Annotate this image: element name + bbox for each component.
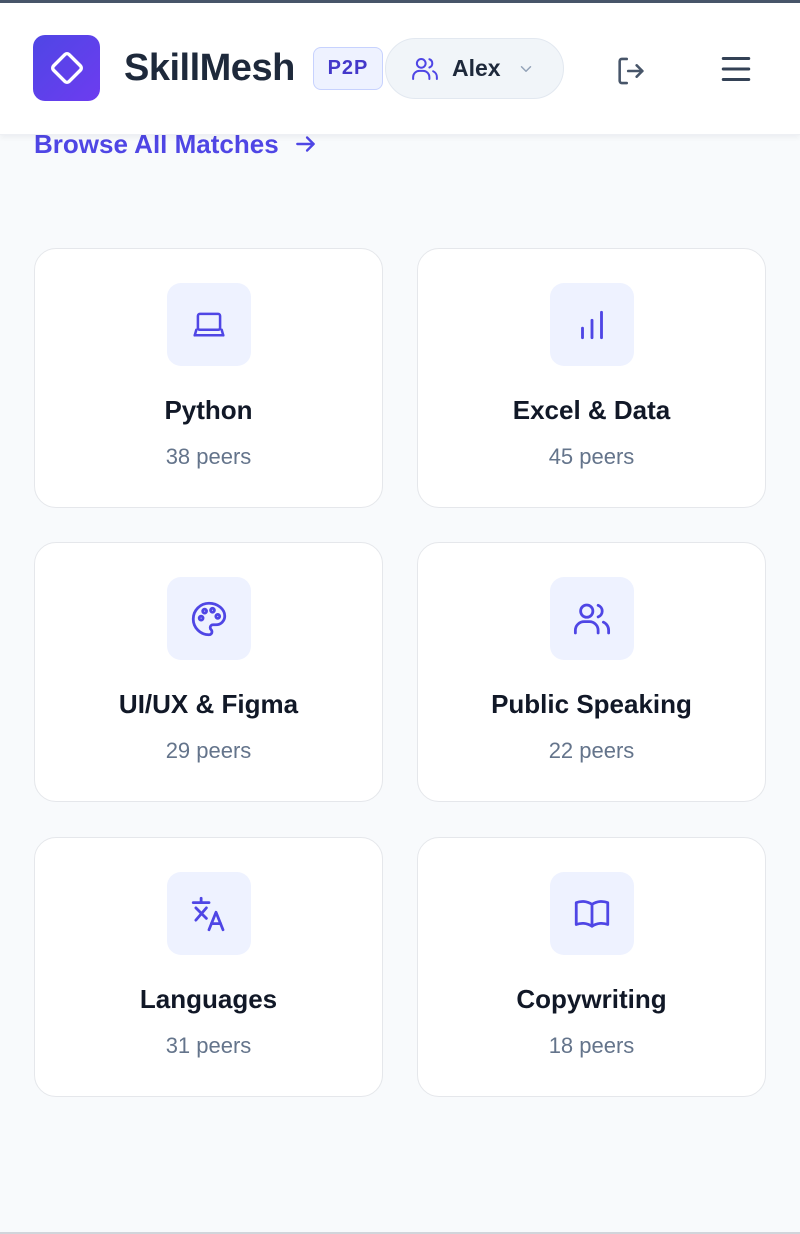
category-peer-count: 22 peers <box>548 738 635 763</box>
category-card-languages[interactable]: Languages 31 peers <box>34 837 383 1097</box>
category-title: Copywriting <box>516 984 667 1014</box>
palette-icon <box>191 601 227 636</box>
app-header: SkillMesh P2P Alex <box>0 3 800 135</box>
icon-tile <box>167 872 251 955</box>
brand-name: SkillMesh <box>124 47 295 89</box>
user-name: Alex <box>452 55 501 81</box>
category-card-public-speaking[interactable]: Public Speaking 22 peers <box>417 542 766 802</box>
user-menu-button[interactable]: Alex <box>385 38 564 99</box>
logo[interactable] <box>33 35 100 101</box>
category-card-excel-data[interactable]: Excel & Data 45 peers <box>417 248 766 508</box>
category-peer-count: 31 peers <box>165 1033 252 1058</box>
category-title: Excel & Data <box>512 395 671 425</box>
logout-icon <box>618 57 644 85</box>
category-title: Python <box>164 395 253 425</box>
top-border <box>0 0 800 3</box>
p2p-badge: P2P <box>313 47 383 90</box>
bar-chart-icon <box>581 310 603 339</box>
hamburger-menu-icon <box>721 57 751 81</box>
icon-tile <box>550 577 634 660</box>
category-card-copywriting[interactable]: Copywriting 18 peers <box>417 837 766 1097</box>
icon-tile <box>167 577 251 660</box>
laptop-icon <box>193 312 225 337</box>
category-peer-count: 18 peers <box>548 1033 635 1058</box>
category-card-uiux-figma[interactable]: UI/UX & Figma 29 peers <box>34 542 383 802</box>
category-title: Public Speaking <box>491 689 692 719</box>
icon-tile <box>550 872 634 955</box>
chevron-down-icon <box>517 60 535 78</box>
menu-button[interactable] <box>716 49 756 89</box>
category-peer-count: 38 peers <box>165 444 252 469</box>
category-title: UI/UX & Figma <box>118 689 299 719</box>
icon-tile <box>167 283 251 366</box>
category-peer-count: 45 peers <box>548 444 635 469</box>
category-card-python[interactable]: Python 38 peers <box>34 248 383 508</box>
translate-icon <box>191 896 225 931</box>
users-icon <box>573 603 611 634</box>
book-open-icon <box>574 899 610 928</box>
users-icon <box>412 57 438 80</box>
diamond-logo-icon <box>50 51 83 85</box>
logout-button[interactable] <box>612 53 650 89</box>
icon-tile <box>550 283 634 366</box>
category-peer-count: 29 peers <box>165 738 252 763</box>
category-title: Languages <box>139 984 278 1014</box>
